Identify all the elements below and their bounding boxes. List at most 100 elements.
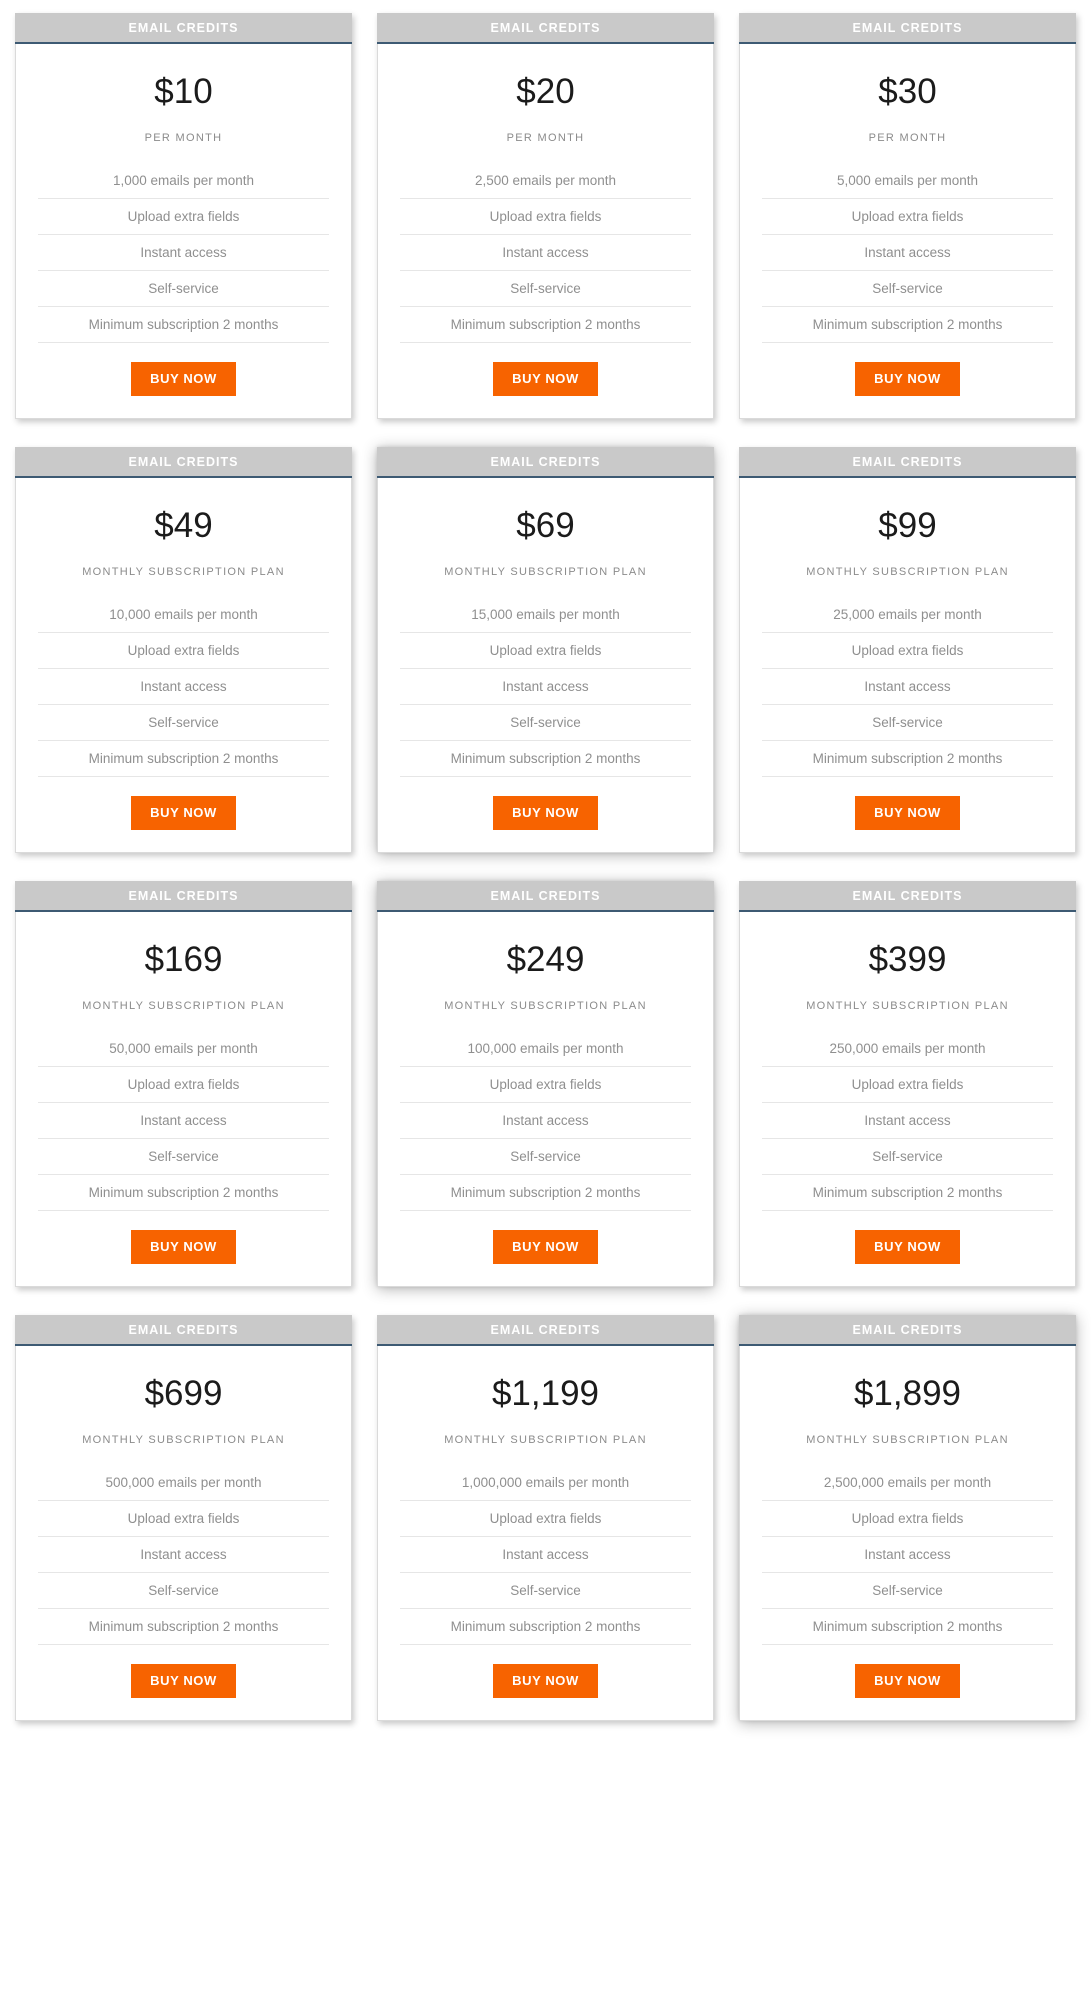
pricing-plan-grid: EMAIL CREDITS $10 PER MONTH 1,000 emails pe… xyxy=(0,0,1091,1721)
feature-item: Minimum subscription 2 months xyxy=(762,307,1053,343)
buy-now-button[interactable]: BUY NOW xyxy=(855,362,960,396)
feature-item: 500,000 emails per month xyxy=(38,1465,329,1501)
pricing-card: EMAIL CREDITS $49 MONTHLY SUBSCRIPTION PLA… xyxy=(15,447,352,853)
feature-item: Upload extra fields xyxy=(400,199,691,235)
feature-item: Instant access xyxy=(400,235,691,271)
buy-button-row: BUY NOW xyxy=(400,343,691,396)
pricing-card: EMAIL CREDITS $169 MONTHLY SUBSCRIPTION PL… xyxy=(15,881,352,1287)
card-body: $20 PER MONTH 2,500 emails per month Upload… xyxy=(377,44,714,419)
plan-period: MONTHLY SUBSCRIPTION PLAN xyxy=(806,1000,1009,1012)
card-header: EMAIL CREDITS xyxy=(377,447,714,478)
feature-item: 10,000 emails per month xyxy=(38,597,329,633)
feature-item: Self-service xyxy=(38,1573,329,1609)
plan-period: MONTHLY SUBSCRIPTION PLAN xyxy=(82,566,285,578)
feature-item: Minimum subscription 2 months xyxy=(762,1175,1053,1211)
feature-item: Instant access xyxy=(762,669,1053,705)
feature-item: 50,000 emails per month xyxy=(38,1031,329,1067)
buy-button-row: BUY NOW xyxy=(400,1645,691,1698)
buy-now-button[interactable]: BUY NOW xyxy=(493,1230,598,1264)
buy-now-button[interactable]: BUY NOW xyxy=(131,796,236,830)
feature-item: Upload extra fields xyxy=(400,1067,691,1103)
pricing-card: EMAIL CREDITS $1,899 MONTHLY SUBSCRIPTION … xyxy=(739,1315,1076,1721)
feature-list: 100,000 emails per month Upload extra fie… xyxy=(400,1031,691,1211)
pricing-card: EMAIL CREDITS $399 MONTHLY SUBSCRIPTION PL… xyxy=(739,881,1076,1287)
card-body: $30 PER MONTH 5,000 emails per month Upload… xyxy=(739,44,1076,419)
plan-period: MONTHLY SUBSCRIPTION PLAN xyxy=(806,1434,1009,1446)
plan-period: PER MONTH xyxy=(144,132,223,144)
card-header-label: EMAIL CREDITS xyxy=(490,889,601,903)
feature-item: 15,000 emails per month xyxy=(400,597,691,633)
buy-button-row: BUY NOW xyxy=(38,1211,329,1264)
feature-item: Instant access xyxy=(38,1537,329,1573)
pricing-card: EMAIL CREDITS $1,199 MONTHLY SUBSCRIPTION … xyxy=(377,1315,714,1721)
buy-now-button[interactable]: BUY NOW xyxy=(131,1664,236,1698)
plan-price: $1,899 xyxy=(853,1374,962,1413)
feature-item: 1,000,000 emails per month xyxy=(400,1465,691,1501)
plan-period: MONTHLY SUBSCRIPTION PLAN xyxy=(444,566,647,578)
card-header: EMAIL CREDITS xyxy=(15,447,352,478)
feature-item: Minimum subscription 2 months xyxy=(400,741,691,777)
plan-price: $399 xyxy=(868,940,947,979)
feature-item: Self-service xyxy=(762,271,1053,307)
feature-item: Minimum subscription 2 months xyxy=(400,1175,691,1211)
feature-list: 250,000 emails per month Upload extra fie… xyxy=(762,1031,1053,1211)
feature-item: Instant access xyxy=(400,1103,691,1139)
buy-now-button[interactable]: BUY NOW xyxy=(131,362,236,396)
feature-item: Upload extra fields xyxy=(38,199,329,235)
pricing-card: EMAIL CREDITS $249 MONTHLY SUBSCRIPTION PL… xyxy=(377,881,714,1287)
feature-item: Minimum subscription 2 months xyxy=(400,1609,691,1645)
buy-button-row: BUY NOW xyxy=(38,777,329,830)
feature-item: Instant access xyxy=(38,669,329,705)
buy-now-button[interactable]: BUY NOW xyxy=(493,1664,598,1698)
plan-price: $49 xyxy=(154,506,213,545)
buy-now-button[interactable]: BUY NOW xyxy=(855,1230,960,1264)
plan-period: PER MONTH xyxy=(506,132,585,144)
feature-item: Self-service xyxy=(762,1139,1053,1175)
card-header: EMAIL CREDITS xyxy=(15,13,352,44)
plan-price: $30 xyxy=(878,72,937,111)
feature-item: 1,000 emails per month xyxy=(38,163,329,199)
feature-item: 100,000 emails per month xyxy=(400,1031,691,1067)
buy-button-row: BUY NOW xyxy=(400,777,691,830)
card-header: EMAIL CREDITS xyxy=(739,447,1076,478)
buy-button-row: BUY NOW xyxy=(762,777,1053,830)
card-header: EMAIL CREDITS xyxy=(377,1315,714,1346)
card-header-label: EMAIL CREDITS xyxy=(128,889,239,903)
feature-item: Instant access xyxy=(38,235,329,271)
feature-item: 250,000 emails per month xyxy=(762,1031,1053,1067)
buy-now-button[interactable]: BUY NOW xyxy=(855,1664,960,1698)
feature-item: Instant access xyxy=(400,1537,691,1573)
feature-list: 5,000 emails per month Upload extra field… xyxy=(762,163,1053,343)
plan-period: MONTHLY SUBSCRIPTION PLAN xyxy=(444,1434,647,1446)
card-header: EMAIL CREDITS xyxy=(377,881,714,912)
feature-item: Self-service xyxy=(762,705,1053,741)
card-header-label: EMAIL CREDITS xyxy=(852,21,963,35)
buy-now-button[interactable]: BUY NOW xyxy=(493,796,598,830)
feature-item: Instant access xyxy=(400,669,691,705)
card-header-label: EMAIL CREDITS xyxy=(490,1323,601,1337)
feature-item: Self-service xyxy=(400,705,691,741)
buy-now-button[interactable]: BUY NOW xyxy=(131,1230,236,1264)
buy-now-button[interactable]: BUY NOW xyxy=(855,796,960,830)
feature-list: 25,000 emails per month Upload extra fiel… xyxy=(762,597,1053,777)
feature-item: Minimum subscription 2 months xyxy=(400,307,691,343)
feature-item: Minimum subscription 2 months xyxy=(762,1609,1053,1645)
plan-price: $20 xyxy=(516,72,575,111)
feature-list: 1,000 emails per month Upload extra field… xyxy=(38,163,329,343)
card-body: $49 MONTHLY SUBSCRIPTION PLAN 10,000 email… xyxy=(15,478,352,853)
pricing-card: EMAIL CREDITS $699 MONTHLY SUBSCRIPTION PL… xyxy=(15,1315,352,1721)
feature-list: 500,000 emails per month Upload extra fie… xyxy=(38,1465,329,1645)
feature-item: Upload extra fields xyxy=(762,1067,1053,1103)
feature-item: Minimum subscription 2 months xyxy=(38,1175,329,1211)
plan-price: $699 xyxy=(144,1374,223,1413)
feature-item: Instant access xyxy=(762,1537,1053,1573)
buy-button-row: BUY NOW xyxy=(762,343,1053,396)
buy-now-button[interactable]: BUY NOW xyxy=(493,362,598,396)
feature-item: Instant access xyxy=(762,1103,1053,1139)
feature-item: Instant access xyxy=(38,1103,329,1139)
feature-item: Instant access xyxy=(762,235,1053,271)
feature-item: Minimum subscription 2 months xyxy=(38,307,329,343)
card-body: $699 MONTHLY SUBSCRIPTION PLAN 500,000 ema… xyxy=(15,1346,352,1721)
card-body: $399 MONTHLY SUBSCRIPTION PLAN 250,000 ema… xyxy=(739,912,1076,1287)
feature-item: Minimum subscription 2 months xyxy=(38,741,329,777)
